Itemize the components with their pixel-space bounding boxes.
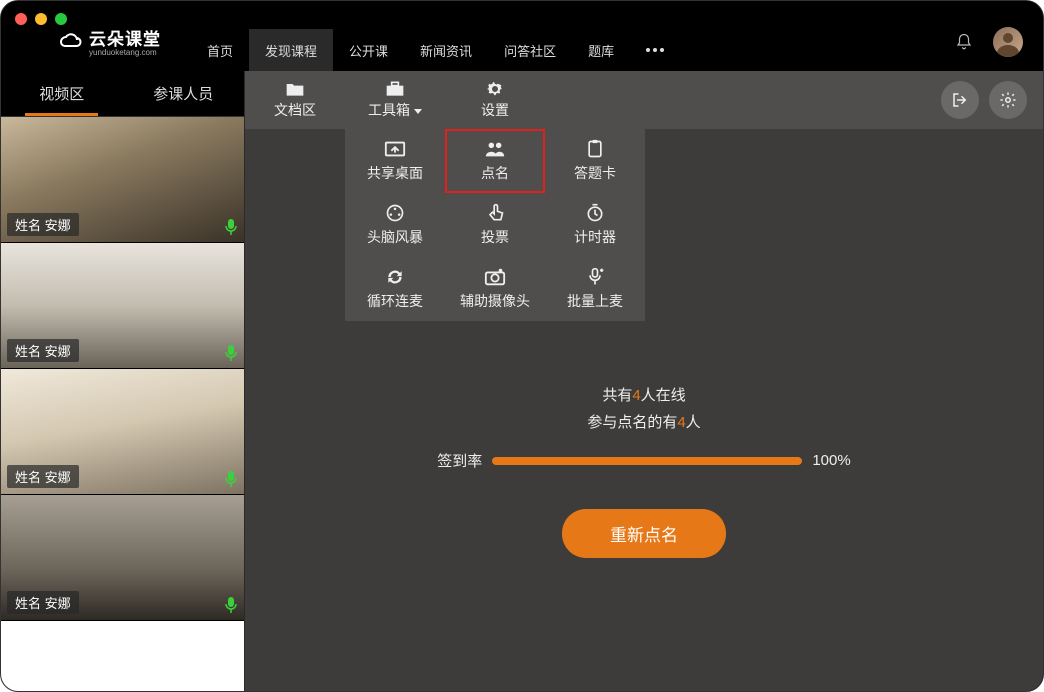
tool-docs-label: 文档区 — [274, 100, 316, 120]
nav-public-class[interactable]: 公开课 — [333, 29, 404, 71]
top-nav: 首页 发现课程 公开课 新闻资讯 问答社区 题库 — [191, 1, 680, 71]
logo-text: 云朵课堂 — [89, 25, 161, 50]
logo-sub: yunduoketang.com — [89, 48, 161, 57]
topbar-right — [955, 27, 1023, 57]
video-tile[interactable]: 姓名 安娜 — [1, 243, 244, 369]
stats-text: 共有4人在线 参与点名的有4人 — [587, 382, 700, 436]
dd-label: 点名 — [481, 163, 509, 183]
logo[interactable]: 云朵课堂 yunduoketang.com — [57, 25, 161, 57]
sidebar: 视频区 参课人员 姓名 安娜 姓名 安娜 姓名 安娜 — [1, 71, 245, 691]
dd-label: 头脑风暴 — [367, 227, 423, 247]
app-window: 云朵课堂 yunduoketang.com 首页 发现课程 公开课 新闻资讯 问… — [0, 0, 1044, 692]
dd-batch-mic[interactable]: 批量上麦 — [545, 257, 645, 321]
mic-plus-icon — [584, 267, 606, 287]
reroll-button[interactable]: 重新点名 — [562, 509, 726, 558]
dd-timer[interactable]: 计时器 — [545, 193, 645, 257]
gear-icon — [999, 91, 1017, 109]
nav-qa-community[interactable]: 问答社区 — [488, 29, 572, 71]
dd-answer-card[interactable]: 答题卡 — [545, 129, 645, 193]
tool-toolbox[interactable]: 工具箱 — [345, 71, 445, 129]
video-list: 姓名 安娜 姓名 安娜 姓名 安娜 姓名 安娜 — [1, 117, 244, 691]
dd-label: 共享桌面 — [367, 163, 423, 183]
settings-button[interactable] — [989, 81, 1027, 119]
dd-brainstorm[interactable]: 头脑风暴 — [345, 193, 445, 257]
traffic-lights — [15, 13, 67, 25]
tab-video-area[interactable]: 视频区 — [1, 71, 123, 116]
cloud-icon — [57, 30, 83, 52]
dd-roll-call[interactable]: 点名 — [445, 129, 545, 193]
exit-icon — [951, 91, 969, 109]
video-name-overlay: 姓名 安娜 — [7, 339, 79, 362]
progress-bar — [492, 457, 802, 465]
avatar[interactable] — [993, 27, 1023, 57]
rate-percent: 100% — [812, 452, 850, 469]
nav-news[interactable]: 新闻资讯 — [404, 29, 488, 71]
maximize-window-icon[interactable] — [55, 13, 67, 25]
video-name-overlay: 姓名 安娜 — [7, 465, 79, 488]
bell-icon[interactable] — [955, 33, 973, 51]
card-icon — [584, 139, 606, 159]
dd-label: 答题卡 — [574, 163, 616, 183]
tool-settings-label: 设置 — [481, 100, 509, 120]
tab-participants[interactable]: 参课人员 — [123, 71, 245, 116]
dd-vote[interactable]: 投票 — [445, 193, 545, 257]
rate-label: 签到率 — [437, 450, 482, 471]
nav-home[interactable]: 首页 — [191, 29, 249, 71]
minimize-window-icon[interactable] — [35, 13, 47, 25]
camera-icon — [484, 267, 506, 287]
folder-icon — [285, 80, 305, 98]
body: 视频区 参课人员 姓名 安娜 姓名 安娜 姓名 安娜 — [1, 71, 1043, 691]
share-icon — [384, 139, 406, 159]
mic-icon[interactable] — [224, 344, 238, 362]
mic-icon[interactable] — [224, 218, 238, 236]
mic-icon[interactable] — [224, 596, 238, 614]
tool-settings[interactable]: 设置 — [445, 71, 545, 129]
video-tile[interactable]: 姓名 安娜 — [1, 369, 244, 495]
dd-label: 辅助摄像头 — [460, 291, 530, 311]
chevron-down-icon — [414, 109, 422, 114]
nav-discover-courses[interactable]: 发现课程 — [249, 29, 333, 71]
people-icon — [484, 139, 506, 159]
close-window-icon[interactable] — [15, 13, 27, 25]
dd-aux-camera[interactable]: 辅助摄像头 — [445, 257, 545, 321]
progress-row: 签到率 100% — [437, 450, 850, 471]
tool-toolbox-label: 工具箱 — [368, 102, 410, 118]
main-area: 文档区 工具箱 设置 — [245, 71, 1043, 691]
timer-icon — [584, 203, 606, 223]
video-name-overlay: 姓名 安娜 — [7, 591, 79, 614]
dd-cycle-mic[interactable]: 循环连麦 — [345, 257, 445, 321]
video-blank — [1, 621, 244, 691]
reel-icon — [384, 203, 406, 223]
exit-button[interactable] — [941, 81, 979, 119]
video-tile[interactable]: 姓名 安娜 — [1, 495, 244, 621]
dd-label: 计时器 — [574, 227, 616, 247]
mic-icon[interactable] — [224, 470, 238, 488]
main-toolbar: 文档区 工具箱 设置 — [245, 71, 1043, 129]
progress-fill — [492, 457, 802, 465]
touch-icon — [484, 203, 506, 223]
dd-label: 循环连麦 — [367, 291, 423, 311]
toolbox-dropdown: 共享桌面 点名 答题卡 头脑风暴 投票 — [345, 129, 645, 321]
briefcase-icon — [385, 80, 405, 98]
dd-label: 投票 — [481, 227, 509, 247]
topbar: 云朵课堂 yunduoketang.com 首页 发现课程 公开课 新闻资讯 问… — [1, 1, 1043, 71]
refresh-icon — [384, 267, 406, 287]
video-name-overlay: 姓名 安娜 — [7, 213, 79, 236]
nav-question-bank[interactable]: 题库 — [572, 29, 630, 71]
tool-docs[interactable]: 文档区 — [245, 71, 345, 129]
dd-label: 批量上麦 — [567, 291, 623, 311]
gear-icon — [485, 80, 505, 98]
sidebar-tabs: 视频区 参课人员 — [1, 71, 244, 117]
dd-share-desktop[interactable]: 共享桌面 — [345, 129, 445, 193]
toolbar-right — [941, 71, 1043, 129]
video-tile[interactable]: 姓名 安娜 — [1, 117, 244, 243]
nav-more[interactable] — [630, 29, 680, 71]
